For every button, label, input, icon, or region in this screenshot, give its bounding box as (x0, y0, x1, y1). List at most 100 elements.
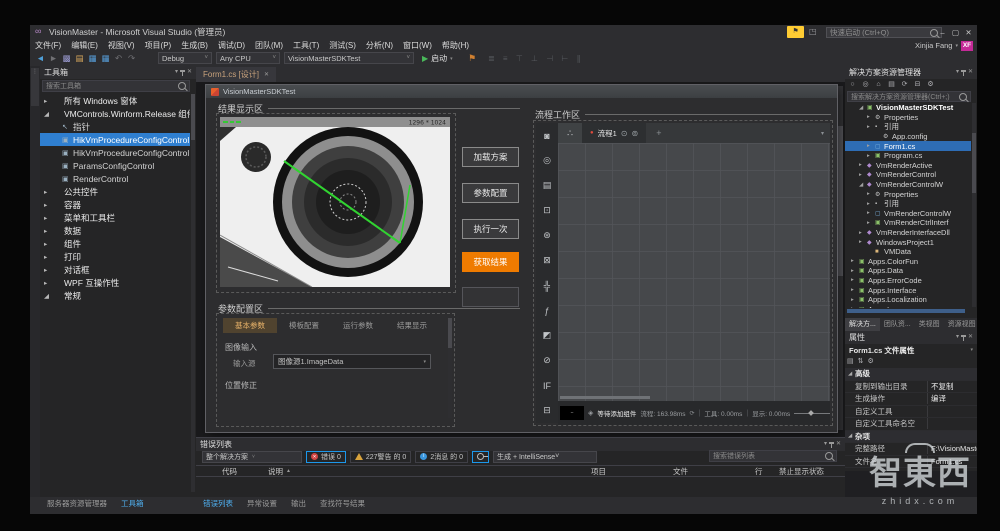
minimize-button[interactable]: – (936, 25, 949, 40)
solution-tree-item[interactable]: ▸ ◆ WindowsProject1 (845, 237, 971, 247)
build-intellisense-dropdown[interactable]: 生成 + IntelliSense ˅ (493, 451, 597, 463)
panel-tab[interactable]: 输出 (284, 497, 313, 510)
expander-icon[interactable]: ▸ (867, 124, 875, 130)
toolbox-item[interactable]: ▣ ParamsConfigControl (40, 159, 190, 172)
zoom-slider[interactable] (794, 413, 830, 414)
toolbox-item[interactable]: ▸ 组件 (40, 237, 190, 250)
expander-icon[interactable]: ▸ (851, 306, 859, 308)
expander-icon[interactable]: ▸ (867, 220, 875, 226)
menu-item[interactable]: 视图(V) (103, 40, 140, 51)
toolbox-item[interactable]: ▣ HikVmProcedureConfigControl (40, 146, 190, 159)
param-config-button[interactable]: 参数配置 (462, 183, 519, 203)
forward-circle-icon[interactable]: ◎ (860, 79, 871, 91)
show-all-files-icon[interactable]: ▤ (886, 79, 897, 91)
column-header[interactable]: 说明 ▲ (268, 466, 591, 477)
param-tab[interactable]: 运行参数 (331, 318, 385, 333)
navigate-back-icon[interactable]: ◄ (34, 51, 47, 66)
toolbox-item[interactable]: ▸ WPF 互操作性 (40, 276, 190, 289)
if-logic-icon[interactable]: IF (536, 373, 558, 398)
solution-tree-item[interactable]: ▸ ⚙ Properties (845, 189, 971, 199)
toolbox-item[interactable]: ◢ VMControls.Winform.Release 组件 (40, 107, 190, 120)
properties-header[interactable]: 属性 ▾ ✕ (845, 331, 977, 344)
solution-tree-item[interactable]: ▸ ▣ Apps.Log (845, 304, 971, 308)
startup-project-dropdown[interactable]: VisionMasterSDKTest ˅ (284, 52, 414, 64)
execute-once-button[interactable]: 执行一次 (462, 219, 519, 239)
toolbox-item[interactable]: ▸ 对话框 (40, 263, 190, 276)
result-image[interactable]: 1296 * 1024 (220, 117, 450, 287)
solution-tree-item[interactable]: ▸ ▪ 引用 (845, 199, 971, 209)
property-row[interactable]: ◢ 高级 (845, 368, 977, 381)
platform-dropdown[interactable]: Any CPU ˅ (216, 52, 280, 64)
solution-explorer-header[interactable]: 解决方案资源管理器 ▾ ✕ (845, 66, 977, 79)
expander-icon[interactable]: ▸ (851, 258, 859, 264)
close-icon[interactable]: ✕ (968, 331, 973, 344)
panel-tab[interactable]: 服务器资源管理器 (40, 497, 114, 510)
toolbox-item[interactable]: ▸ 所有 Windows 窗体 (40, 94, 190, 107)
chevron-down-icon[interactable]: ▾ (956, 66, 959, 79)
menu-item[interactable]: 窗口(W) (398, 40, 437, 51)
menu-item[interactable]: 团队(M) (250, 40, 288, 51)
param-tab[interactable]: 结果显示 (385, 318, 439, 333)
solution-tree-item[interactable]: ▸ ◆ VmRenderActive (845, 161, 971, 171)
menu-item[interactable]: 调试(D) (213, 40, 250, 51)
property-row[interactable]: 自定义工具 (845, 406, 977, 419)
undo-icon[interactable]: ↶ (112, 51, 125, 66)
flow-canvas[interactable] (558, 143, 830, 401)
chevron-down-icon[interactable]: ▾ (821, 130, 824, 137)
expander-icon[interactable]: ▸ (867, 143, 875, 149)
redo-icon[interactable]: ↷ (125, 51, 138, 66)
menu-item[interactable]: 编辑(E) (66, 40, 103, 51)
alphabetical-icon[interactable]: ⇅ (858, 356, 864, 367)
server-explorer-autohide-tab[interactable]: ⋮ (31, 68, 39, 106)
solution-tree-item[interactable]: ▸ ▪ 引用 (845, 122, 971, 132)
toolbox-item[interactable]: ◢ 常规 (40, 289, 190, 302)
new-project-icon[interactable]: ▩ (60, 51, 73, 66)
solution-tree-item[interactable]: ▸ ◆ VmRenderInterfaceDll (845, 228, 971, 238)
error-list-search[interactable]: 搜索错误列表 (709, 450, 837, 462)
pin-icon[interactable] (182, 70, 183, 76)
user-account[interactable]: Xinjia Fang ▾ XF (915, 40, 973, 51)
param-tab[interactable]: 模板配置 (277, 318, 331, 333)
panel-tab[interactable]: 团队资... (880, 318, 915, 331)
panel-tab[interactable]: 类视图 (915, 318, 944, 331)
solution-tree-item[interactable]: ▸ ▣ VmRenderCtrlInterf (845, 218, 971, 228)
solution-tree-item[interactable]: ▸ ▣ Apps.Data (845, 266, 971, 276)
avatar[interactable]: XF (961, 41, 973, 51)
flow-tab[interactable]: ● 流程1 ⊙ ⊚ (582, 123, 646, 143)
menu-item[interactable]: 项目(P) (140, 40, 177, 51)
quick-launch-box[interactable]: 快速启动 (Ctrl+Q) (826, 27, 942, 38)
solution-tree-item[interactable]: ◢ ▣ VisionMasterSDKTest (845, 103, 971, 113)
solution-tree-item[interactable]: ▸ ▣ Apps.ErrorCode (845, 276, 971, 286)
save-icon[interactable]: ▦ (86, 51, 99, 66)
image-source-icon[interactable]: ▤ (536, 173, 558, 198)
get-result-button[interactable]: 获取结果 (462, 252, 519, 272)
toolbox-item[interactable]: ▸ 菜单和工具栏 (40, 211, 190, 224)
solution-tree-item[interactable]: ▸ ▢ VmRenderControlW (845, 209, 971, 219)
notifications-flag-icon[interactable]: ⚑ (787, 26, 804, 38)
property-row[interactable]: 生成操作 编译 (845, 393, 977, 406)
expander-icon[interactable]: ▸ (851, 268, 859, 274)
expander-icon[interactable]: ▸ (859, 230, 867, 236)
caliper-icon[interactable]: ╬ (536, 273, 558, 298)
column-header[interactable]: 文件 (673, 466, 755, 477)
params-scrollbar[interactable] (448, 318, 452, 418)
menu-item[interactable]: 帮助(H) (437, 40, 474, 51)
panel-tab[interactable]: 资源视图 (944, 318, 977, 331)
add-flow-icon[interactable]: + (656, 128, 661, 138)
expander-icon[interactable]: ▸ (867, 210, 875, 216)
menu-item[interactable]: 生成(B) (176, 40, 213, 51)
home-icon[interactable]: ⌂ (873, 79, 884, 91)
expander-icon[interactable]: ▸ (851, 297, 859, 303)
refresh-icon[interactable]: ⟳ (690, 410, 695, 417)
filter-icon[interactable]: ▽ (816, 466, 821, 474)
title-bar[interactable]: ∞ VisionMaster - Microsoft Visual Studio… (30, 25, 977, 40)
solution-tree-item[interactable]: ▸ ⚙ Properties (845, 113, 971, 123)
solution-tree-item[interactable]: ▸ ▣ Program.cs (845, 151, 971, 161)
warnings-filter-button[interactable]: 227警告 的 0 (350, 451, 411, 463)
canvas-horizontal-scrollbar[interactable] (560, 396, 650, 399)
solution-tree-item[interactable]: ■ VMData (845, 247, 971, 257)
menu-item[interactable]: 测试(S) (324, 40, 361, 51)
messages-filter-button[interactable]: 2消息 的 0 (415, 451, 468, 463)
expander-icon[interactable]: ▸ (851, 287, 859, 293)
solution-tree-item[interactable]: ▸ ▣ Apps.ColorFun (845, 257, 971, 267)
